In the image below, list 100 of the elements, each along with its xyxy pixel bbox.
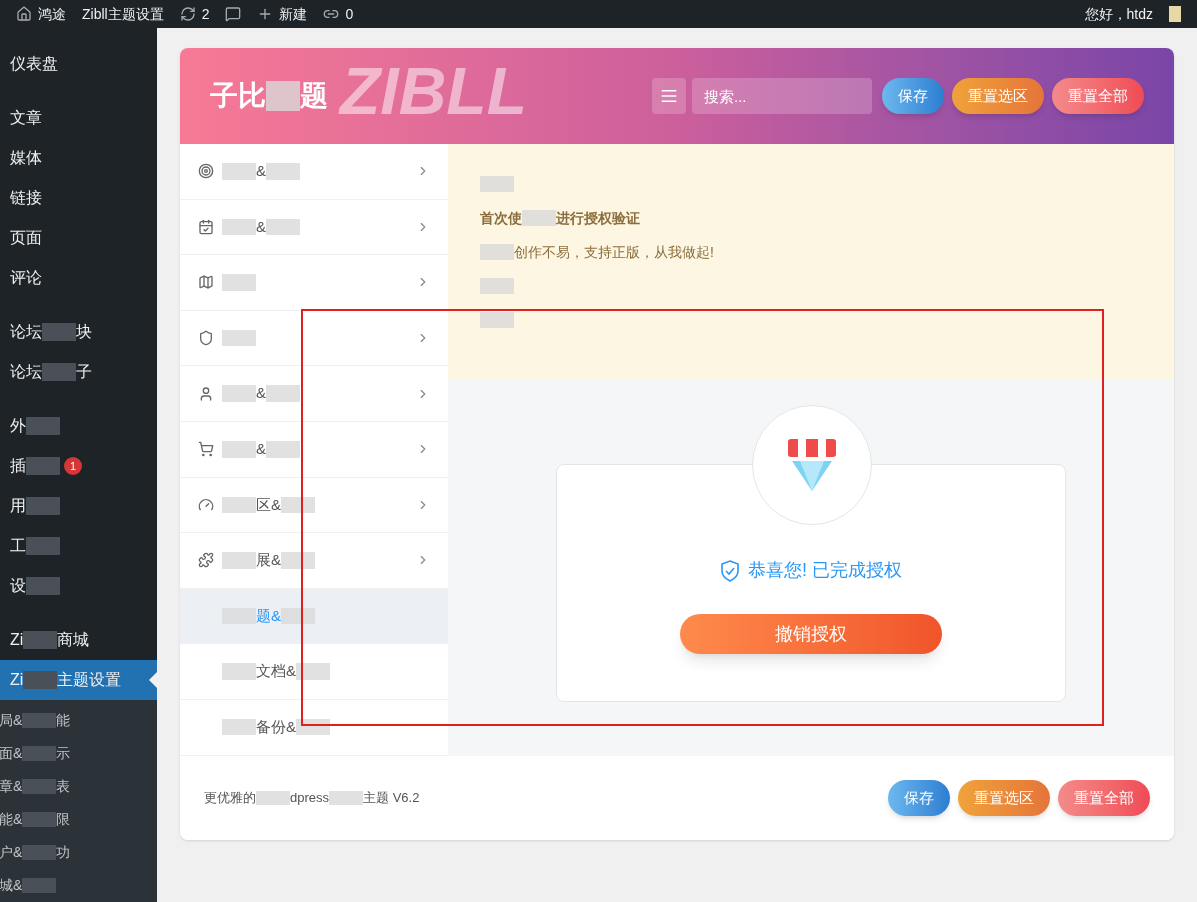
mosaic-block xyxy=(266,218,300,236)
nav-label: & xyxy=(222,438,300,461)
sidebar-label: 论坛 块 xyxy=(10,322,92,343)
menu-toggle-button[interactable] xyxy=(652,78,686,114)
submenu-item[interactable]: 面& 示 xyxy=(0,737,157,770)
gauge-icon xyxy=(198,496,214,513)
sidebar-item[interactable]: 设 xyxy=(0,566,157,606)
sidebar-item[interactable]: 论坛 子 xyxy=(0,352,157,392)
mosaic-block xyxy=(22,877,57,894)
home-icon xyxy=(16,6,32,22)
sidebar-label: 论坛 子 xyxy=(10,362,92,383)
mosaic-block xyxy=(26,417,60,435)
submenu-label: 面& 示 xyxy=(0,744,71,764)
submenu-label: 局& 能 xyxy=(0,711,71,731)
settings-nav-item[interactable] xyxy=(180,310,448,367)
mosaic-block xyxy=(22,844,57,861)
sidebar-item[interactable]: 插 1 xyxy=(0,446,157,486)
mosaic-block xyxy=(222,329,256,347)
sidebar-label: 仪表盘 xyxy=(10,54,58,74)
mosaic-block xyxy=(222,552,256,569)
menu-icon xyxy=(660,87,678,105)
sidebar-item[interactable]: 外 xyxy=(0,406,157,446)
mosaic-block xyxy=(26,537,60,555)
admin-bar-item[interactable]: Zibll主题设置 xyxy=(82,3,164,25)
mosaic-block xyxy=(222,719,256,736)
mosaic-block xyxy=(22,778,57,795)
sidebar-item[interactable]: 文章 xyxy=(0,98,157,138)
settings-nav-item[interactable] xyxy=(180,255,448,311)
header-watermark: ZIBLL xyxy=(340,58,527,124)
count-badge: 1 xyxy=(64,457,82,475)
sidebar-item[interactable]: 页面 xyxy=(0,218,157,258)
sidebar-item[interactable]: 仪表盘 xyxy=(0,44,157,84)
mosaic-block xyxy=(222,163,256,180)
comments-icon xyxy=(225,6,242,22)
sidebar-label: 评论 xyxy=(10,268,42,288)
admin-bar-item[interactable]: 0 xyxy=(323,3,354,25)
sidebar-item[interactable]: Zi 商城 xyxy=(0,620,157,660)
admin-bar-item[interactable]: 2 xyxy=(179,3,210,25)
map-icon xyxy=(198,274,214,291)
greeting[interactable]: 您好，htdz xyxy=(1084,3,1153,25)
submenu-item[interactable]: 能& 限 xyxy=(0,803,157,836)
admin-bar-item[interactable]: 鸿途 xyxy=(16,3,66,25)
mosaic-block xyxy=(22,811,57,828)
mosaic-block xyxy=(281,496,315,514)
mosaic-block xyxy=(480,278,514,294)
settings-nav-item[interactable]: & xyxy=(180,144,448,200)
nav-label: & xyxy=(222,382,300,405)
mosaic-block xyxy=(42,363,76,381)
mosaic-block xyxy=(480,176,514,192)
mosaic-block xyxy=(256,790,290,806)
sidebar-item[interactable]: 评论 xyxy=(0,258,157,298)
sidebar-label: Zi 主题设置 xyxy=(10,670,122,691)
shield-icon xyxy=(720,559,740,582)
sidebar-item[interactable]: 工 xyxy=(0,526,157,566)
settings-nav-item[interactable]: & xyxy=(180,421,448,478)
mosaic-block xyxy=(23,631,58,649)
sidebar-item[interactable]: 媒体 xyxy=(0,138,157,178)
mosaic-block xyxy=(222,274,256,291)
sidebar-item[interactable]: 论坛 块 xyxy=(0,312,157,352)
settings-nav-item[interactable]: 区& xyxy=(180,477,448,534)
submenu-label: 章& 表 xyxy=(0,777,71,797)
nav-label: 题& xyxy=(222,604,315,628)
settings-nav-item[interactable]: & xyxy=(180,199,448,256)
mosaic-block xyxy=(22,745,57,762)
mosaic-block xyxy=(281,607,315,625)
mosaic-block xyxy=(26,457,60,475)
admin-bar-item[interactable] xyxy=(225,6,242,22)
notice-text: 创作不易，支持正版，从我做起! xyxy=(480,241,714,263)
sidebar-label: 插 xyxy=(10,454,60,478)
avatar-icon xyxy=(1169,6,1181,22)
sidebar-item[interactable]: 链接 xyxy=(0,178,157,218)
mosaic-block xyxy=(266,385,300,402)
sidebar-label: 页面 xyxy=(10,228,42,248)
puzzle-icon xyxy=(198,552,214,569)
sidebar-label: 外 xyxy=(10,414,60,438)
mosaic-block xyxy=(281,552,315,569)
sidebar-label: 工 xyxy=(10,534,60,558)
calendar-icon xyxy=(198,218,214,235)
updates-icon xyxy=(179,6,196,22)
submenu-item[interactable]: 户& 功 xyxy=(0,836,157,869)
mosaic-block xyxy=(522,210,556,226)
settings-nav-item[interactable]: & xyxy=(180,366,448,422)
submenu-item[interactable]: 局& 能 xyxy=(0,704,157,737)
sidebar-label: 设 xyxy=(10,574,60,598)
sidebar-item[interactable]: 用 xyxy=(0,486,157,526)
mosaic-block xyxy=(222,385,256,402)
settings-nav-item[interactable]: 文档& xyxy=(180,644,448,700)
admin-bar-item[interactable]: 新建 xyxy=(257,3,308,25)
nav-label: 文档& xyxy=(222,660,330,683)
sidebar-item[interactable]: Zi 主题设置 xyxy=(0,660,157,700)
mosaic-block xyxy=(480,312,514,328)
user-icon xyxy=(198,385,214,402)
settings-nav-item[interactable]: 展& xyxy=(180,533,448,589)
settings-nav-item[interactable]: 备份& xyxy=(180,699,448,756)
submenu-item[interactable]: 章& 表 xyxy=(0,770,157,803)
mosaic-block xyxy=(480,244,514,260)
mosaic-block xyxy=(222,496,256,514)
mosaic-block xyxy=(23,671,58,689)
sidebar-label: Zi 商城 xyxy=(10,630,90,651)
mosaic-block xyxy=(222,663,256,680)
